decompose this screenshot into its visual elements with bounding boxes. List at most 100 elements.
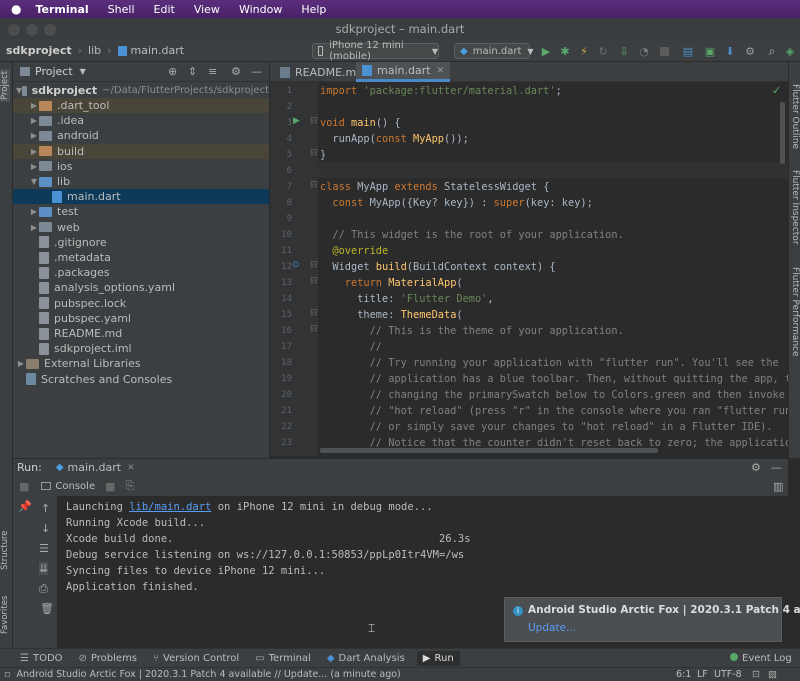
chevron-right-icon[interactable]: ▶ — [16, 359, 26, 368]
tab-main-dart[interactable]: main.dart ✕ — [356, 62, 451, 82]
fold-icon[interactable]: ⊟ — [310, 260, 318, 270]
memory-indicator-icon[interactable]: ▧ — [768, 669, 777, 680]
tree-item[interactable]: ▶ android — [13, 128, 269, 143]
status-message[interactable]: Android Studio Arctic Fox | 2020.3.1 Pat… — [16, 669, 400, 680]
console-file-link[interactable]: lib/main.dart — [129, 501, 211, 513]
rerun-icon[interactable]: ■ — [19, 480, 29, 493]
chevron-right-icon[interactable]: ▶ — [29, 147, 39, 156]
tree-root[interactable]: ▼ sdkproject ~/Data/FlutterProjects/sdkp… — [13, 83, 269, 98]
menu-app-name[interactable]: Terminal — [35, 3, 88, 16]
ide-logo-icon[interactable]: ◈ — [784, 43, 796, 59]
menu-view[interactable]: View — [194, 3, 220, 16]
fold-icon[interactable]: ⊟ — [310, 116, 318, 126]
gear-icon[interactable]: ⚙ — [744, 43, 756, 59]
override-icon[interactable]: ⊙ — [292, 260, 300, 270]
tree-item[interactable]: pubspec.lock — [13, 296, 269, 311]
project-view-selector[interactable]: Project — [35, 65, 73, 78]
tree-item[interactable]: ▶ External Libraries — [13, 356, 269, 371]
tree-item[interactable]: .gitignore — [13, 235, 269, 250]
lock-icon[interactable]: ⊡ — [752, 669, 760, 680]
hide-panel-icon[interactable]: — — [771, 461, 782, 474]
menu-help[interactable]: Help — [301, 3, 326, 16]
chevron-down-icon[interactable]: ▼ — [80, 67, 86, 76]
tree-item[interactable]: .metadata — [13, 250, 269, 265]
chevron-right-icon[interactable]: ▶ — [29, 162, 39, 171]
breadcrumb-main-dart[interactable]: main.dart — [131, 44, 185, 57]
fold-icon[interactable]: ⊟ — [310, 308, 318, 318]
chevron-right-icon[interactable]: ▶ — [29, 131, 39, 140]
tree-item[interactable]: .packages — [13, 265, 269, 280]
run-tool-button[interactable]: ▶ Run — [416, 650, 460, 666]
locate-icon[interactable]: ⊕ — [168, 65, 177, 78]
breadcrumb-lib[interactable]: lib — [88, 44, 101, 57]
inspection-ok-icon[interactable]: ✓ — [772, 84, 781, 97]
chevron-down-icon[interactable]: ▼ — [29, 177, 39, 186]
scroll-down-icon[interactable]: ↓ — [41, 522, 50, 535]
scroll-up-icon[interactable]: ↑ — [41, 502, 50, 515]
fold-icon[interactable]: ⊟ — [310, 276, 318, 286]
file-encoding[interactable]: UTF-8 — [714, 669, 742, 680]
structure-tool-tab[interactable]: Structure — [0, 530, 10, 570]
fold-icon[interactable]: ⊟ — [310, 148, 318, 158]
soft-wrap-icon[interactable]: ☰ — [39, 542, 49, 555]
fold-icon[interactable]: ⊟ — [310, 324, 318, 334]
tree-item[interactable]: ▶ .dart_tool — [13, 98, 269, 113]
chevron-right-icon[interactable]: ▶ — [29, 223, 39, 232]
hot-restart-icon[interactable]: ↻ — [597, 43, 609, 59]
favorites-tool-tab[interactable]: Favorites — [0, 596, 10, 634]
chevron-right-icon[interactable]: ▶ — [29, 101, 39, 110]
tree-item[interactable]: ▶ test — [13, 204, 269, 219]
tree-item[interactable]: pubspec.yaml — [13, 311, 269, 326]
menu-shell[interactable]: Shell — [108, 3, 135, 16]
sdk-manager-icon[interactable]: ⬇ — [724, 43, 736, 59]
search-icon[interactable]: ⌕ — [766, 43, 778, 59]
print-icon[interactable]: ⎙ — [39, 582, 48, 596]
restore-layout-icon[interactable]: ⎘ — [126, 479, 135, 493]
version-control-tool-button[interactable]: ⑂ Version Control — [153, 653, 239, 664]
collapse-all-icon[interactable]: ≡ — [208, 65, 217, 78]
apple-icon[interactable]: ● — [11, 2, 21, 16]
chevron-right-icon[interactable]: ▶ — [29, 116, 39, 125]
expand-all-icon[interactable]: ⇕ — [188, 65, 197, 78]
tree-item[interactable]: sdkproject.iml — [13, 341, 269, 356]
gear-icon[interactable]: ⚙ — [751, 461, 761, 474]
device-selector[interactable]: iPhone 12 mini (mobile) ▼ — [312, 40, 439, 62]
run-button[interactable]: ▶ — [540, 43, 552, 59]
flutter-outline-tab[interactable]: Flutter Outline — [790, 84, 800, 149]
debug-icon[interactable]: ✱ — [559, 43, 571, 59]
tree-item[interactable]: analysis_options.yaml — [13, 280, 269, 295]
flutter-performance-tab[interactable]: Flutter Performance — [790, 267, 800, 357]
tree-item[interactable]: Scratches and Consoles — [13, 372, 269, 387]
chevron-right-icon[interactable]: ▶ — [29, 207, 39, 216]
dart-analysis-tool-button[interactable]: ◆ Dart Analysis — [327, 653, 405, 664]
run-main-icon[interactable]: ▶ — [293, 116, 300, 126]
hide-panel-icon[interactable]: — — [251, 65, 262, 78]
run-config-selector[interactable]: ◆ main.dart ▼ — [454, 43, 534, 59]
fold-icon[interactable]: ⊟ — [310, 180, 318, 190]
trash-icon[interactable]: 🗑 — [40, 602, 54, 615]
todo-tool-button[interactable]: ☰ TODO — [20, 653, 63, 664]
line-separator[interactable]: LF — [697, 669, 708, 680]
tree-item[interactable]: ▶ build — [13, 143, 269, 159]
tree-item[interactable]: ▶ ios — [13, 159, 269, 174]
tree-item[interactable]: ▼ lib — [13, 174, 269, 189]
editor-vertical-scrollbar[interactable] — [780, 102, 785, 164]
profile-icon[interactable]: ◔ — [638, 43, 650, 59]
code-editor[interactable]: ✓ import 'package:flutter/material.dart'… — [318, 82, 788, 456]
stop-icon[interactable]: ■ — [105, 480, 115, 493]
menu-window[interactable]: Window — [239, 3, 282, 16]
project-tool-tab[interactable]: Project — [0, 68, 10, 102]
attach-debugger-icon[interactable]: ⇩ — [618, 43, 630, 59]
tree-item[interactable]: ▶ web — [13, 220, 269, 235]
console-tab[interactable]: Console — [55, 481, 95, 492]
flutter-inspector-tab[interactable]: Flutter Inspector — [790, 170, 800, 245]
tree-item[interactable]: main.dart — [13, 189, 269, 205]
event-log-tool-button[interactable]: Event Log — [730, 652, 792, 664]
stop-button[interactable] — [658, 43, 670, 59]
caret-position[interactable]: 6:1 — [676, 669, 691, 680]
device-manager-icon[interactable]: ▣ — [704, 43, 716, 59]
gear-icon[interactable]: ⚙ — [231, 65, 241, 78]
hot-reload-icon[interactable]: ⚡ — [578, 43, 590, 59]
zoom-window-button[interactable] — [44, 24, 56, 36]
project-structure-icon[interactable]: ▤ — [682, 43, 694, 59]
